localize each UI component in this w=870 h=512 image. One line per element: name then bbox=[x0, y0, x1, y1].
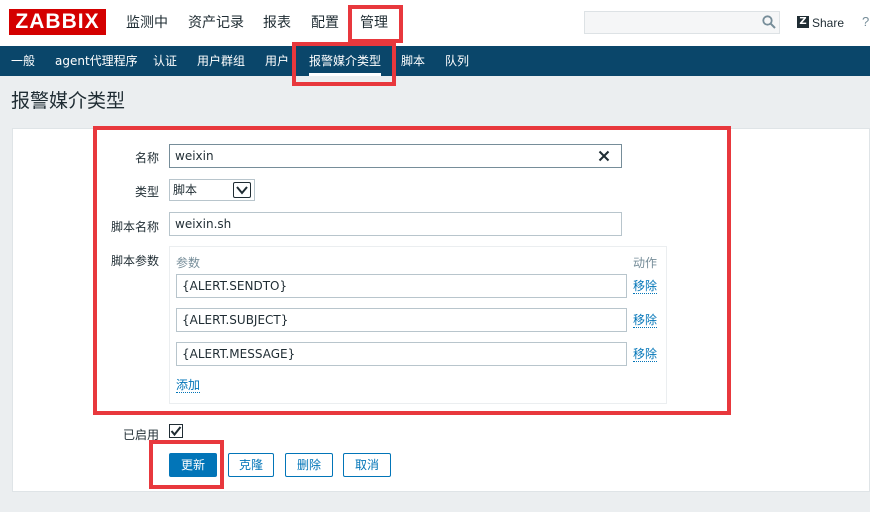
zabbix-logo[interactable]: ZABBIX bbox=[9, 9, 106, 35]
page-title: 报警媒介类型 bbox=[11, 90, 126, 112]
delete-button[interactable]: 删除 bbox=[285, 453, 333, 477]
menu-monitoring[interactable]: 监测中 bbox=[126, 0, 168, 46]
highlight-media-types-tab bbox=[292, 42, 396, 86]
subnav-scripts[interactable]: 脚本 bbox=[401, 46, 425, 76]
help-icon[interactable]: ? bbox=[862, 14, 869, 29]
clone-button[interactable]: 克隆 bbox=[228, 453, 274, 477]
subnav-general[interactable]: 一般 bbox=[11, 46, 35, 76]
menu-reports[interactable]: 报表 bbox=[263, 0, 291, 46]
enabled-label: 已启用 bbox=[122, 428, 159, 442]
enabled-checkbox[interactable] bbox=[169, 424, 183, 438]
subnav-users[interactable]: 用户 bbox=[265, 46, 289, 76]
search-icon[interactable] bbox=[762, 15, 776, 29]
menu-inventory[interactable]: 资产记录 bbox=[188, 0, 244, 46]
cancel-button[interactable]: 取消 bbox=[343, 453, 391, 477]
subnav-queue[interactable]: 队列 bbox=[445, 46, 469, 76]
menu-configuration[interactable]: 配置 bbox=[311, 0, 339, 46]
subnav-authentication[interactable]: 认证 bbox=[153, 46, 177, 76]
share-z-icon[interactable]: Z bbox=[797, 16, 809, 28]
highlight-update-button bbox=[149, 440, 224, 489]
subnav-user-groups[interactable]: 用户群组 bbox=[197, 46, 245, 76]
highlight-admin-menu bbox=[348, 5, 403, 43]
search-input[interactable] bbox=[584, 11, 780, 34]
subnav-proxies[interactable]: agent代理程序 bbox=[55, 46, 138, 76]
highlight-form-region bbox=[93, 126, 731, 415]
checkmark-icon bbox=[170, 426, 182, 437]
share-link[interactable]: Share bbox=[812, 16, 844, 30]
